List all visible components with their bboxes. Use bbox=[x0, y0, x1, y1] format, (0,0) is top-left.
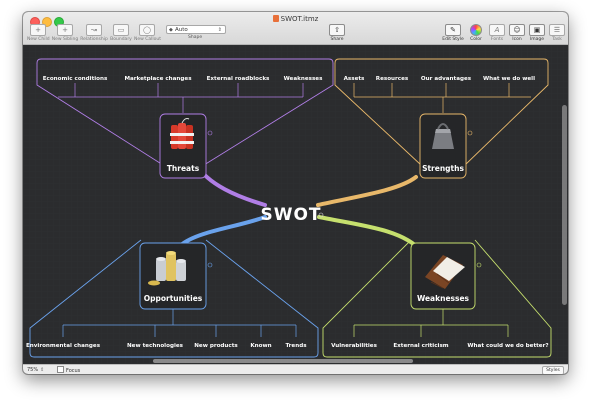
opportunities-child-1[interactable]: Environmental changes bbox=[26, 343, 101, 349]
edit-style-icon: ✎ bbox=[445, 24, 461, 36]
new-callout-button[interactable]: ◯ New Callout bbox=[134, 24, 161, 42]
strengths-label: Strengths bbox=[422, 164, 464, 173]
vertical-scrollbar[interactable] bbox=[562, 105, 567, 305]
image-button[interactable]: ▣ Image bbox=[527, 24, 547, 42]
chevron-updown-icon: ⇕ bbox=[217, 27, 222, 33]
callout-icon: ◯ bbox=[139, 24, 155, 36]
threats-child-4[interactable]: Weaknesses bbox=[284, 76, 323, 82]
weaknesses-child-2[interactable]: External criticism bbox=[393, 343, 448, 349]
weaknesses-label: Weaknesses bbox=[417, 294, 470, 303]
task-icon: ☰ bbox=[549, 24, 565, 36]
boundary-icon: ▭ bbox=[113, 24, 129, 36]
threats-child-2[interactable]: Marketplace changes bbox=[124, 76, 192, 82]
opportunities-child-3[interactable]: New products bbox=[194, 343, 238, 349]
weaknesses-child-3[interactable]: What could we do better? bbox=[467, 343, 548, 349]
color-button[interactable]: Color bbox=[467, 24, 485, 42]
strengths-child-4[interactable]: What we do well bbox=[483, 76, 535, 82]
relationship-icon: ↝ bbox=[86, 24, 102, 36]
icon-button[interactable]: ☺ Icon bbox=[508, 24, 526, 42]
new-sibling-icon: + bbox=[57, 24, 73, 36]
weaknesses-child-1[interactable]: Vulnerabilities bbox=[331, 343, 377, 349]
strengths-child-3[interactable]: Our advantages bbox=[421, 76, 472, 82]
threats-label: Threats bbox=[167, 164, 200, 173]
opportunities-child-2[interactable]: New technologies bbox=[127, 343, 184, 349]
checkbox-icon bbox=[57, 366, 64, 373]
share-icon: ⇧ bbox=[329, 24, 345, 36]
horizontal-scrollbar[interactable] bbox=[153, 359, 413, 363]
central-topic-label: SWOT bbox=[260, 205, 321, 225]
opportunities-child-5[interactable]: Trends bbox=[285, 343, 307, 349]
app-window: SWOT.itmz + New Child + New Sibling ↝ Re… bbox=[23, 12, 568, 374]
opportunities-child-4[interactable]: Known bbox=[250, 343, 271, 349]
edit-style-button[interactable]: ✎ Edit Style bbox=[442, 24, 464, 42]
shape-select[interactable]: ◆ Auto ⇕ bbox=[166, 25, 226, 34]
relationship-button[interactable]: ↝ Relationship bbox=[80, 24, 108, 42]
document-icon bbox=[272, 15, 279, 22]
shape-diamond-icon: ◆ bbox=[169, 27, 173, 33]
zoom-select[interactable]: 75% ⇕ bbox=[27, 366, 44, 374]
boundary-button[interactable]: ▭ Boundary bbox=[110, 24, 132, 42]
strengths-child-1[interactable]: Assets bbox=[344, 76, 365, 82]
threats-child-3[interactable]: External roadblocks bbox=[207, 76, 270, 82]
fonts-icon: A bbox=[489, 24, 505, 36]
new-sibling-button[interactable]: + New Sibling bbox=[51, 24, 79, 42]
mind-map: Threats Economic conditions Marketplace … bbox=[23, 45, 568, 364]
shape-label: Shape bbox=[188, 35, 203, 40]
central-topic[interactable]: SWOT bbox=[260, 205, 324, 225]
new-child-icon: + bbox=[30, 24, 46, 36]
focus-checkbox[interactable]: Focus bbox=[57, 366, 80, 374]
color-wheel-icon bbox=[470, 24, 482, 36]
strengths-child-2[interactable]: Resources bbox=[376, 76, 409, 82]
new-child-button[interactable]: + New Child bbox=[27, 24, 50, 42]
threats-child-1[interactable]: Economic conditions bbox=[43, 76, 108, 82]
styles-button[interactable]: Styles bbox=[542, 366, 564, 374]
mind-map-canvas[interactable]: Threats Economic conditions Marketplace … bbox=[23, 45, 568, 364]
chevron-updown-icon: ⇕ bbox=[40, 367, 45, 373]
task-button[interactable]: ☰ Task bbox=[548, 24, 566, 42]
smiley-icon: ☺ bbox=[509, 24, 525, 36]
image-icon: ▣ bbox=[529, 24, 545, 36]
opportunities-label: Opportunities bbox=[144, 294, 203, 303]
window-title: SWOT.itmz bbox=[23, 15, 568, 23]
status-bar: 75% ⇕ Focus Styles bbox=[23, 364, 568, 374]
share-button[interactable]: ⇧ Share bbox=[326, 24, 348, 42]
fonts-button[interactable]: A Fonts bbox=[488, 24, 506, 42]
titlebar: SWOT.itmz + New Child + New Sibling ↝ Re… bbox=[23, 12, 568, 45]
